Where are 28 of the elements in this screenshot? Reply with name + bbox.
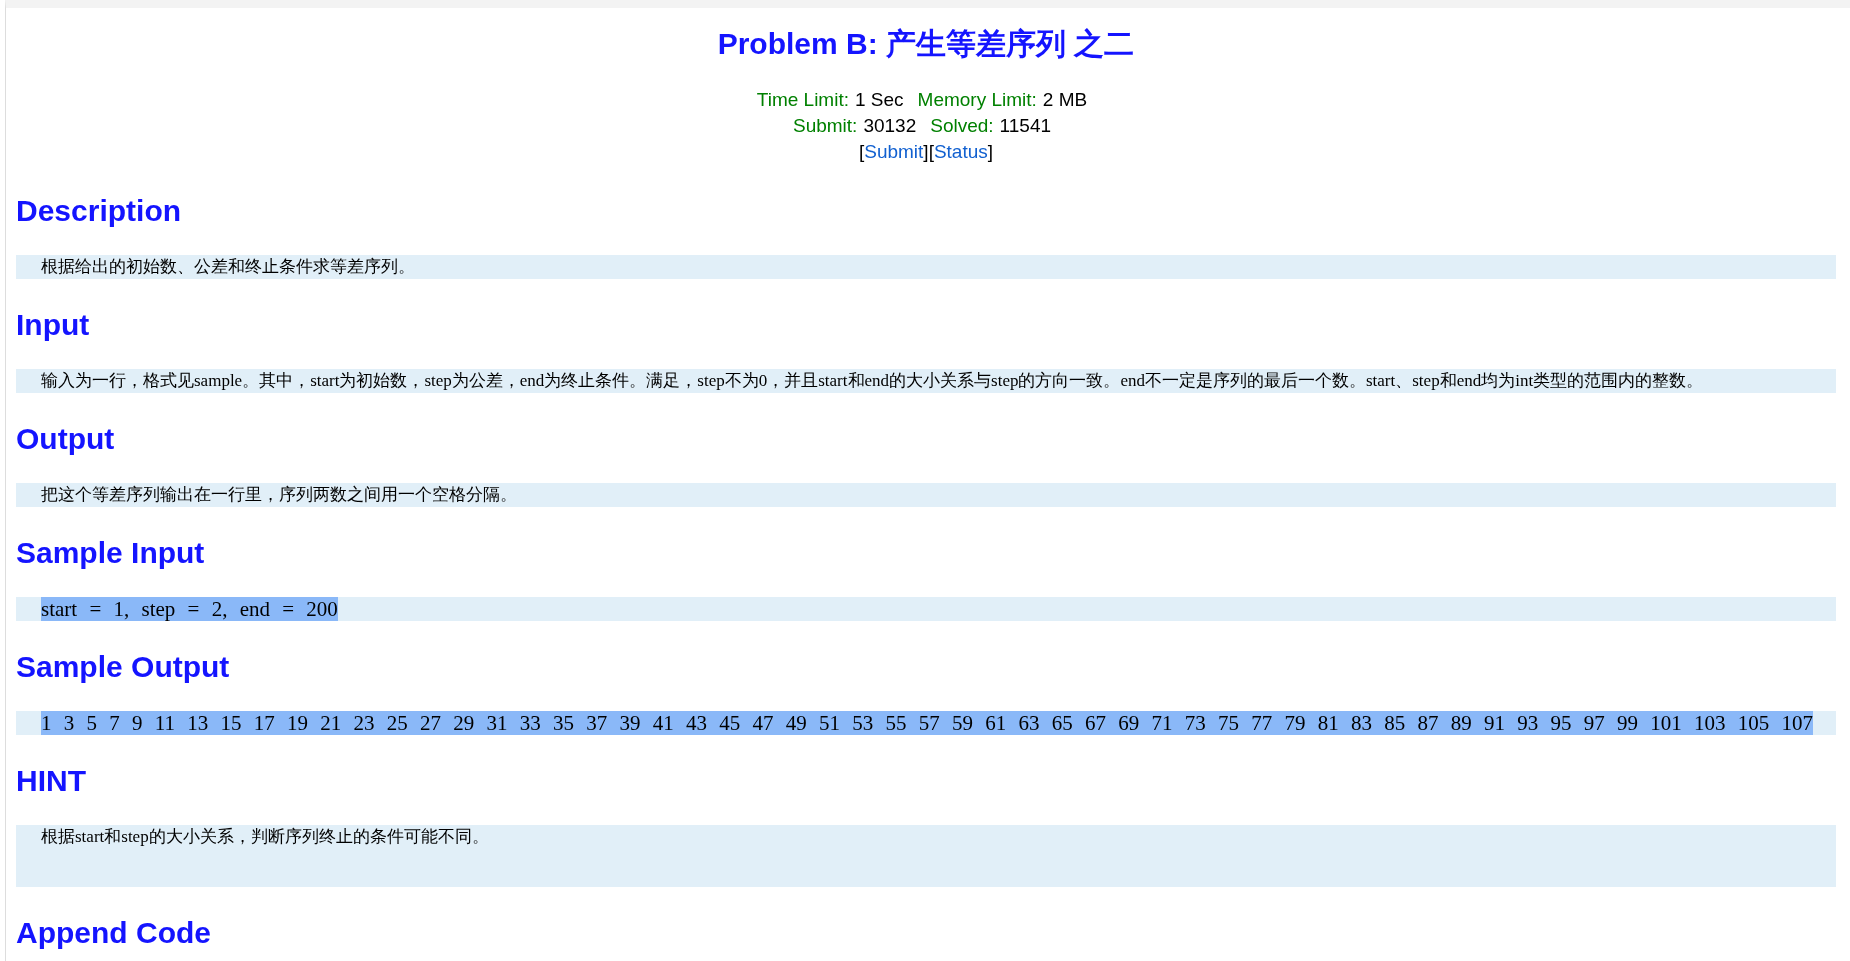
section-heading: Sample Input [16, 535, 206, 571]
selected-text: start = 1, step = 2, end = 200 [41, 597, 338, 621]
content-text: 把这个等差序列输出在一行里，序列两数之间用一个空格分隔。 [41, 485, 517, 504]
limit-label: Memory Limit: [917, 88, 1037, 112]
bracket: [ [928, 140, 934, 164]
bracket: ] [923, 140, 929, 164]
selected-text: 1 3 5 7 9 11 13 15 17 19 21 23 25 27 29 31 33 35 37 39 41 43 45 47 49 51 53 55 57 59 61 63 65 67 69 71 73 75 77 79 81 83 85 87 89 91 93 95 97 99 101 103 105 107 [41, 711, 1813, 735]
nav-link[interactable]: Submit [864, 139, 924, 165]
bracket: [ [858, 140, 865, 164]
limit-value: 2 MB [1042, 88, 1088, 112]
content-text: 输入为一行，格式见sample。其中，start为初始数，step为公差，end为终止条件。满足，step不为0，并且start和end的大小关系与step的方向一致。end不一定是序列的最后一个数。start、step和end均为int类型的范围内的整数。 [41, 371, 1704, 390]
limit-label: Time Limit: [756, 88, 849, 112]
stat-value: 11541 [999, 114, 1052, 138]
content-text: 根据给出的初始数、公差和终止条件求等差序列。 [41, 257, 415, 276]
section-heading: Append Code [16, 915, 212, 951]
section-heading: Sample Output [16, 649, 231, 685]
stat-label: Submit: [792, 114, 858, 138]
section-heading: Input [16, 307, 91, 343]
stat-label: Solved: [930, 114, 994, 138]
limit-value: 1 Sec [854, 88, 904, 112]
section-heading: Output [16, 421, 116, 457]
section-heading: HINT [16, 763, 87, 799]
problem-title: Problem B: 产生等差序列 之二 [716, 26, 1136, 62]
bracket: ] [987, 140, 994, 164]
content-text: 根据start和step的大小关系，判断序列终止的条件可能不同。 [41, 827, 489, 846]
stat-value: 30132 [863, 114, 917, 138]
nav-link[interactable]: Status [933, 139, 988, 165]
section-heading: Description [16, 193, 183, 229]
